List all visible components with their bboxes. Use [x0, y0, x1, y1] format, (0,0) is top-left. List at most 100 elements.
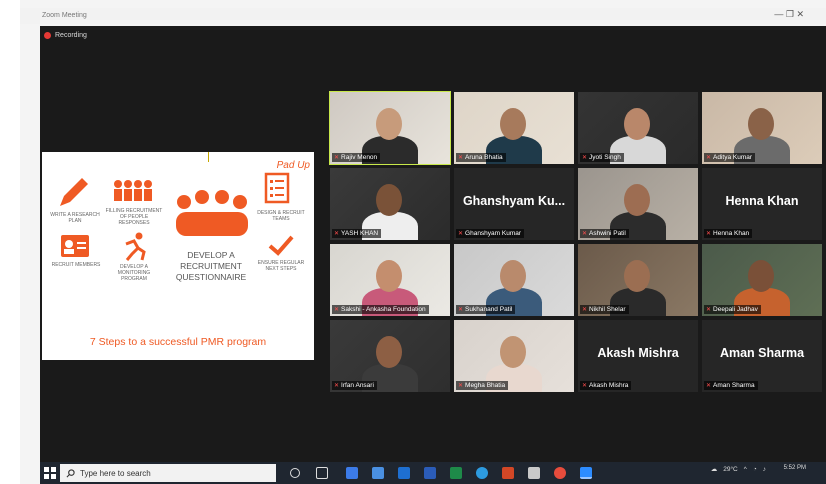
step-label: Design & recruit teams — [257, 210, 305, 222]
mic-muted-icon: ✕ — [458, 307, 464, 313]
participant-tile[interactable]: ✕ Deepali Jadhav — [702, 244, 822, 316]
volume-icon[interactable]: ♪ — [763, 466, 766, 473]
participant-name-label: ✕ Nikhil Shelar — [580, 305, 629, 314]
participant-tile[interactable]: Henna Khan ✕ Henna Khan — [702, 168, 822, 240]
mic-muted-icon: ✕ — [582, 307, 588, 313]
slide-center-title: DEVELOP A RECRUITMENT QUESTIONNAIRE — [175, 250, 247, 282]
pencil-icon — [60, 178, 88, 206]
mic-muted-icon: ✕ — [458, 383, 464, 389]
participant-name-label: ✕ Aman Sharma — [704, 381, 758, 390]
window-controls[interactable]: — ❐ ✕ — [774, 9, 804, 20]
meeting-window: Recording Pad Up Write a research plan F… — [40, 26, 826, 462]
mic-muted-icon: ✕ — [582, 155, 588, 161]
slide-tag: Pad Up — [276, 160, 310, 171]
store-icon[interactable] — [372, 467, 384, 479]
taskbar-app-icon[interactable] — [346, 467, 358, 479]
participant-name: Rajiv Menon — [341, 154, 378, 161]
participant-name-label: ✕ YASH KHAN — [332, 229, 382, 238]
participant-name-label: ✕ Deepali Jadhav — [704, 305, 761, 314]
edge-icon[interactable] — [476, 467, 488, 479]
step-label: Ensure regular next steps — [257, 260, 305, 272]
participant-name: Ashwini Patil — [589, 230, 626, 237]
participant-name-label: ✕ Rajiv Menon — [332, 153, 381, 162]
participant-display-name: Aman Sharma — [719, 346, 805, 360]
participant-name: Akash Mishra — [589, 382, 629, 389]
participant-name-label: ✕ Sukhanand Patil — [456, 305, 516, 314]
word-icon[interactable] — [424, 467, 436, 479]
cortana-icon[interactable] — [290, 468, 300, 478]
participant-tile[interactable]: Akash Mishra ✕ Akash Mishra — [578, 320, 698, 392]
clock-time: 5:52 PM — [783, 465, 806, 471]
participant-name-label: ✕ Irfan Ansari — [332, 381, 377, 390]
mic-muted-icon: ✕ — [458, 155, 464, 161]
search-placeholder: Type here to search — [80, 468, 151, 478]
running-person-icon — [125, 232, 146, 261]
participant-name-label: ✕ Ashwini Patil — [580, 229, 629, 238]
participant-name: Jyoti Singh — [589, 154, 621, 161]
participant-name-label: ✕ Akash Mishra — [580, 381, 632, 390]
participant-name-label: ✕ Aditya Kumar — [704, 153, 756, 162]
mic-muted-icon: ✕ — [334, 383, 340, 389]
participant-tile[interactable]: ✕ Rajiv Menon — [329, 91, 451, 165]
participant-name-label: ✕ Henna Khan — [704, 229, 753, 238]
checkmark-icon — [268, 235, 294, 256]
participant-display-name: Akash Mishra — [597, 346, 679, 360]
recording-indicator: Recording — [44, 32, 87, 39]
mic-muted-icon: ✕ — [334, 155, 340, 161]
participant-tile[interactable]: ✕ Sakshi - Ankasha Foundation — [330, 244, 450, 316]
participant-tile[interactable]: ✕ Jyoti Singh — [578, 92, 698, 164]
step-label: Write a research plan — [50, 212, 100, 224]
participant-name: Sakshi - Ankasha Foundation — [341, 306, 426, 313]
participant-name: Henna Khan — [713, 230, 750, 237]
weather-text: 29°C — [723, 465, 738, 473]
network-icon[interactable]: ◔ — [753, 466, 757, 473]
participant-name: YASH KHAN — [341, 230, 379, 237]
chevron-up-icon[interactable]: ^ — [744, 466, 747, 473]
participant-tile[interactable]: Ghanshyam Ku... ✕ Ghanshyam Kumar — [454, 168, 574, 240]
participant-name-label: ✕ Ghanshyam Kumar — [456, 229, 525, 238]
mic-muted-icon: ✕ — [334, 231, 340, 237]
checklist-icon — [264, 172, 290, 204]
participant-display-name: Ghanshyam Ku... — [462, 194, 566, 208]
participant-tile[interactable]: ✕ Irfan Ansari — [330, 320, 450, 392]
participant-name-label: ✕ Megha Bhatia — [456, 381, 509, 390]
weather-icon[interactable]: ☁ — [711, 465, 718, 473]
participant-tile[interactable]: ✕ YASH KHAN — [330, 168, 450, 240]
participant-name: Irfan Ansari — [341, 382, 374, 389]
mic-muted-icon: ✕ — [706, 307, 712, 313]
powerpoint-icon[interactable] — [502, 467, 514, 479]
participant-tile[interactable]: ✕ Nikhil Shelar — [578, 244, 698, 316]
participant-tile[interactable]: ✕ Aruna Bhatia — [454, 92, 574, 164]
participant-tile[interactable]: ✕ Ashwini Patil — [578, 168, 698, 240]
mic-muted-icon: ✕ — [706, 231, 712, 237]
search-icon — [66, 468, 75, 477]
mic-muted-icon: ✕ — [458, 231, 464, 237]
participant-name: Megha Bhatia — [465, 382, 506, 389]
meeting-table-icon — [176, 190, 248, 236]
task-view-icon[interactable] — [316, 467, 328, 479]
participant-name: Aruna Bhatia — [465, 154, 503, 161]
taskbar-clock[interactable]: 5:52 PM — [784, 464, 806, 472]
step-label: Filling recruitment of people responses — [105, 208, 163, 226]
id-card-icon — [61, 235, 89, 257]
participant-tile[interactable]: ✕ Aditya Kumar — [702, 92, 822, 164]
participant-display-name: Henna Khan — [725, 194, 799, 208]
participant-name: Sukhanand Patil — [465, 306, 513, 313]
step-label: Develop a monitoring program — [117, 264, 151, 282]
participant-tile[interactable]: ✕ Sukhanand Patil — [454, 244, 574, 316]
mic-muted-icon: ✕ — [706, 383, 712, 389]
mic-muted-icon: ✕ — [582, 383, 588, 389]
outlook-icon[interactable] — [398, 467, 410, 479]
taskbar-search[interactable]: Type here to search — [60, 464, 276, 482]
snip-icon[interactable] — [528, 467, 540, 479]
people-group-icon — [114, 180, 152, 201]
participant-tile[interactable]: ✕ Megha Bhatia — [454, 320, 574, 392]
excel-icon[interactable] — [450, 467, 462, 479]
mic-muted-icon: ✕ — [582, 231, 588, 237]
slide-caption: 7 Steps to a successful PMR program — [89, 336, 267, 348]
participant-tile[interactable]: Aman Sharma ✕ Aman Sharma — [702, 320, 822, 392]
zoom-app-icon[interactable] — [580, 467, 592, 479]
participant-name-label: ✕ Sakshi - Ankasha Foundation — [332, 305, 429, 314]
windows-start-icon[interactable] — [44, 467, 56, 479]
chrome-icon[interactable] — [554, 467, 566, 479]
